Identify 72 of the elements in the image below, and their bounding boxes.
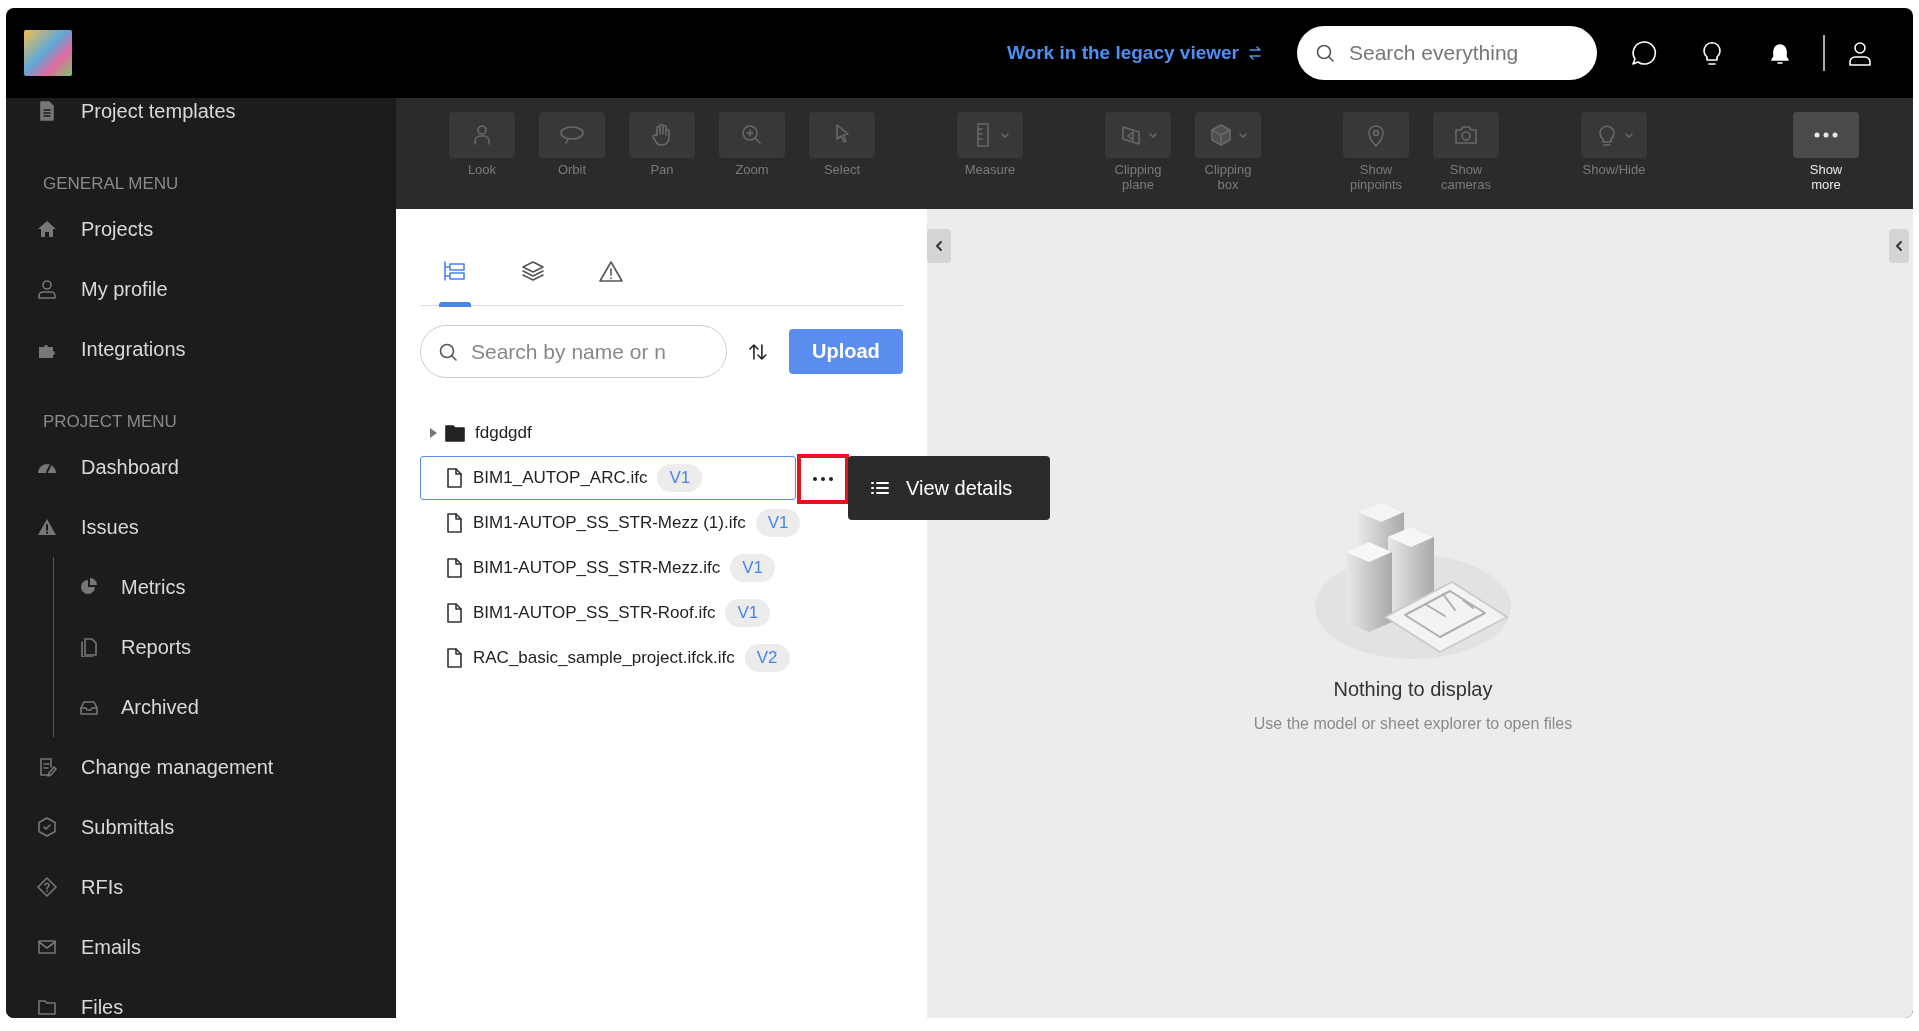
section-heading: PROJECT MENU [42, 411, 178, 433]
sidebar-item[interactable]: Integrations [6, 319, 396, 379]
swap-icon [1247, 45, 1263, 61]
sidebar-item[interactable]: Issues [6, 497, 396, 557]
search-icon [1315, 43, 1335, 63]
section-heading: GENERAL MENU [42, 173, 180, 195]
folder-icon [37, 997, 57, 1017]
file-icon [445, 558, 463, 578]
empty-state-title: Nothing to display [1333, 678, 1493, 701]
user-icon [37, 279, 57, 299]
sidebar-item[interactable]: Reports [54, 617, 396, 677]
more-icon [811, 475, 835, 483]
menu-item[interactable]: View details [848, 456, 1050, 520]
edit-document-icon [37, 757, 57, 777]
file-name: BIM1_AUTOP_ARC.ifc [473, 468, 648, 488]
sidebar-item[interactable]: Submittals [6, 797, 396, 857]
sidebar-item[interactable]: Files [6, 977, 396, 1018]
file-icon [445, 468, 463, 488]
empty-state-text: Use the model or sheet explorer to open files [1253, 715, 1573, 733]
sidebar-item[interactable]: Metrics [54, 557, 396, 617]
sidebar-item[interactable]: Project templates [6, 98, 396, 141]
file-item[interactable]: RAC_basic_sample_project.ifck.ifc V2 [420, 636, 796, 680]
document-icon [37, 101, 57, 121]
caret-icon [1148, 130, 1158, 140]
file-item[interactable]: BIM1-AUTOP_SS_STR-Mezz.ifc V1 [420, 546, 796, 590]
tool-button[interactable]: Show more [1781, 112, 1871, 192]
version-badge: V1 [730, 554, 775, 582]
pie-chart-icon [79, 577, 99, 597]
sidebar-item[interactable]: Change management [6, 737, 396, 797]
sidebar-item[interactable]: Dashboard [6, 437, 396, 497]
legacy-viewer-link[interactable]: Work in the legacy viewer [1007, 42, 1263, 64]
explorer-tab[interactable] [442, 259, 468, 305]
sidebar-item[interactable]: My profile [6, 259, 396, 319]
more-button[interactable] [797, 454, 849, 504]
search-field[interactable]: Search by name or n [420, 325, 727, 378]
sidebar-item[interactable]: Emails [6, 917, 396, 977]
more-icon [1814, 132, 1838, 138]
version-badge: V1 [725, 599, 771, 627]
file-name: BIM1-AUTOP_SS_STR-Mezz.ifc [473, 558, 721, 578]
version-badge: V2 [744, 644, 790, 672]
sidebar-item[interactable]: Projects [6, 199, 396, 259]
envelope-icon [37, 937, 57, 957]
sidebar-item[interactable]: RFIs [6, 857, 396, 917]
home-icon [37, 219, 57, 239]
chevron-left-icon[interactable] [927, 229, 951, 263]
folder-name: fdgdgdf [475, 423, 532, 443]
file-icon [445, 648, 463, 668]
warning-icon [598, 259, 624, 285]
folder-icon [445, 424, 465, 442]
file-icon [445, 513, 463, 533]
file-icon [445, 603, 463, 623]
file-item[interactable]: BIM1-AUTOP_SS_STR-Roof.ifc V1 [420, 591, 796, 635]
search-field[interactable]: Search everything [1297, 26, 1597, 80]
caret-icon [1238, 130, 1248, 140]
caret-icon [1624, 130, 1634, 140]
version-badge: V1 [755, 509, 801, 537]
file-name: RAC_basic_sample_project.ifck.ifc [473, 648, 735, 668]
chevron-left-icon[interactable] [1889, 229, 1909, 263]
question-tag-icon [37, 877, 57, 897]
caret-icon [427, 427, 439, 439]
file-name: BIM1-AUTOP_SS_STR-Roof.ifc [473, 603, 716, 623]
shield-check-icon [37, 817, 57, 837]
cube-icon [1208, 122, 1234, 148]
chat-icon[interactable] [1629, 38, 1659, 68]
version-badge: V1 [657, 464, 703, 492]
logo-image [24, 30, 72, 76]
sidebar-item[interactable]: Archived [54, 677, 396, 737]
folder-item[interactable]: fdgdgdf [420, 411, 796, 455]
caret-icon [1000, 130, 1010, 140]
pages-icon [79, 637, 99, 657]
warning-icon [37, 517, 57, 537]
search-icon [438, 341, 458, 362]
